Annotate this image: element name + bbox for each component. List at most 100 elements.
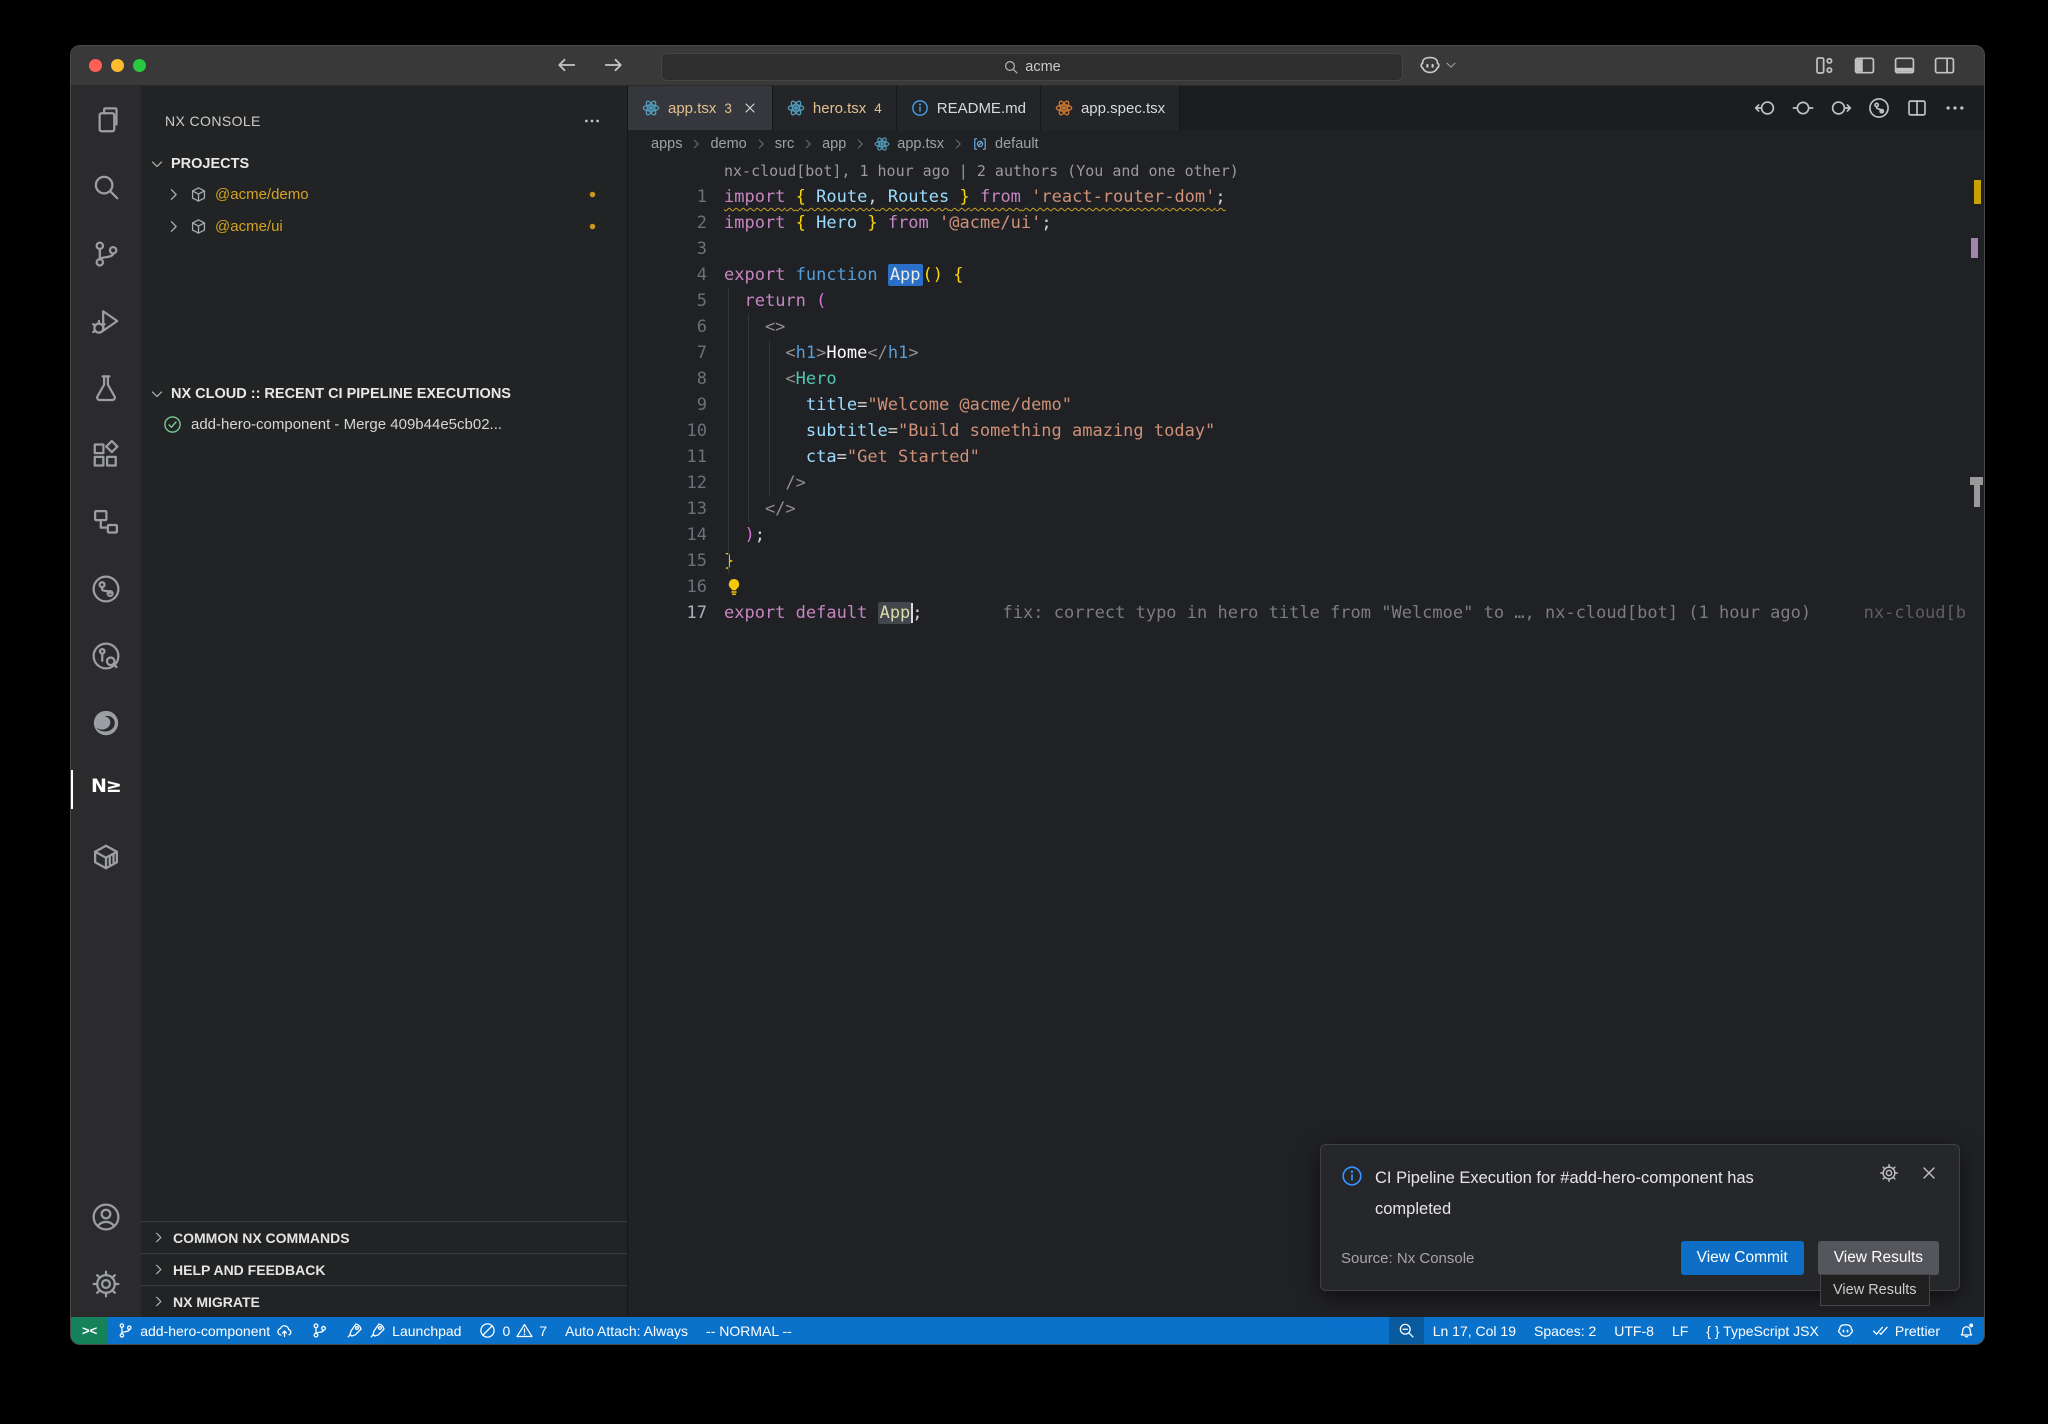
projects-section-header[interactable]: PROJECTS [141,150,627,178]
sidebar-item-source-control[interactable] [71,220,141,287]
sidebar-section-common-nx-commands[interactable]: COMMON NX COMMANDS [141,1221,627,1253]
nav-mid-icon[interactable] [1792,97,1814,119]
layout-panel-icon[interactable] [1893,54,1916,77]
react-icon [874,136,890,152]
code-line: 6 <> [628,314,1984,340]
tab-app-spec-tsx[interactable]: app.spec.tsx [1041,86,1180,130]
breadcrumb-item-demo[interactable]: demo [710,136,746,152]
tab-hero-tsx[interactable]: hero.tsx4 [773,86,897,130]
status-copilot-status[interactable] [1828,1317,1863,1344]
rocket-icon [346,1322,363,1339]
sidebar-item-nx-console[interactable]: N≥ [71,756,141,823]
view-results-button[interactable]: View Results [1818,1241,1939,1275]
status-cursor-position[interactable]: Ln 17, Col 19 [1424,1317,1525,1344]
code-line: 10 subtitle="Build something amazing tod… [628,418,1984,444]
status-indentation[interactable]: Spaces: 2 [1525,1317,1605,1344]
projects-section-label: PROJECTS [171,156,249,172]
tab-app-tsx[interactable]: app.tsx3 [628,86,773,130]
chev-right-icon [853,137,867,151]
sidebar-item-run-and-debug[interactable] [71,287,141,354]
status-auto-attach[interactable]: Auto Attach: Always [556,1317,697,1344]
breadcrumb-item-app-tsx[interactable]: app.tsx [897,136,944,152]
notification-settings-gear-icon[interactable] [1879,1163,1899,1183]
rocket-icon [369,1322,386,1339]
copilot-menu-button[interactable] [1419,54,1458,76]
sidebar-item-git-graph[interactable] [71,555,141,622]
layout-sidebar-right-icon[interactable] [1933,54,1956,77]
close-window-button[interactable] [89,59,102,72]
sidebar-item-testing[interactable] [71,354,141,421]
status-vim-mode[interactable]: -- NORMAL -- [697,1317,801,1344]
container-icon [91,842,121,872]
notification-source: Source: Nx Console [1341,1250,1474,1267]
sidebar-item-extensions[interactable] [71,421,141,488]
command-center-search[interactable]: acme [661,53,1403,81]
files-icon [91,105,121,135]
debug-icon [91,306,121,336]
status-prettier[interactable]: Prettier [1863,1317,1949,1344]
layout-customize-icon[interactable] [1813,54,1836,77]
status-launchpad[interactable]: Launchpad [337,1317,470,1344]
breadcrumb-item-app[interactable]: app [822,136,846,152]
indent-guide [769,340,770,496]
status-zoom-indicator[interactable] [1389,1317,1424,1344]
go-forward-icon[interactable] [602,53,626,77]
code-line: 15} [628,548,1984,574]
tab-README-md[interactable]: README.md [897,86,1041,130]
status-eol[interactable]: LF [1663,1317,1697,1344]
tab-close-icon[interactable] [742,100,758,116]
status-text: UTF-8 [1614,1323,1654,1339]
run-circle-icon[interactable] [1868,97,1890,119]
breadcrumb-item-default[interactable]: default [995,136,1039,152]
dot-icon [584,188,601,201]
line-number: 7 [628,340,707,366]
code-line: 11 cta="Get Started" [628,444,1984,470]
editor-group: app.tsx3hero.tsx4README.mdapp.spec.tsx a… [628,86,1984,1317]
nx-cloud-section-header[interactable]: NX CLOUD :: RECENT CI PIPELINE EXECUTION… [141,380,627,408]
ellipsis-icon[interactable] [1944,97,1966,119]
split-icon[interactable] [1906,97,1928,119]
status-encoding[interactable]: UTF-8 [1605,1317,1663,1344]
account-icon [91,1202,121,1232]
code-line: 14 ); [628,522,1984,548]
layout-sidebar-left-icon[interactable] [1853,54,1876,77]
status-git-branch[interactable]: add-hero-component [108,1317,302,1344]
sidebar-item-search[interactable] [71,153,141,220]
pipeline-execution-item[interactable]: add-hero-component - Merge 409b44e5cb02.… [141,408,627,440]
sidebar-item-containers[interactable] [71,823,141,890]
sidebar-section-nx-migrate[interactable]: NX MIGRATE [141,1285,627,1317]
status-remote-indicator[interactable]: >< [71,1317,108,1344]
status-git-graph[interactable] [302,1317,337,1344]
breadcrumb-item-src[interactable]: src [775,136,794,152]
tab-label: hero.tsx [813,100,866,117]
project-item--acme-ui[interactable]: @acme/ui [141,210,627,242]
line-number: 1 [628,184,707,210]
nav-back-icon[interactable] [1754,97,1776,119]
status-notifications-bell[interactable] [1949,1317,1984,1344]
sidebar-item-accounts[interactable] [71,1183,141,1250]
nav-fwd-icon[interactable] [1830,97,1852,119]
editor-actions [1754,86,1984,130]
sidebar-section-help-and-feedback[interactable]: HELP AND FEEDBACK [141,1253,627,1285]
project-item--acme-demo[interactable]: @acme/demo [141,178,627,210]
go-back-icon[interactable] [554,53,578,77]
zoom-window-button[interactable] [133,59,146,72]
sidebar-item-explorer[interactable] [71,86,141,153]
line-number: 16 [628,574,707,600]
sidebar-item-edge-browser[interactable] [71,689,141,756]
more-actions-icon[interactable] [583,112,601,130]
tab-problem-badge: 3 [724,101,732,116]
view-commit-button[interactable]: View Commit [1681,1241,1804,1275]
sidebar-item-project-structure[interactable] [71,488,141,555]
minimize-window-button[interactable] [111,59,124,72]
status-language-mode[interactable]: { } TypeScript JSX [1697,1317,1828,1344]
sidebar-item-git-search[interactable] [71,622,141,689]
search-icon [1003,59,1019,75]
line-number: 12 [628,470,707,496]
sidebar-item-settings[interactable] [71,1250,141,1317]
notification-close-icon[interactable] [1919,1163,1939,1183]
status-problems[interactable]: 07 [470,1317,556,1344]
quick-fix-lightbulb-icon[interactable] [724,577,744,597]
breadcrumb-item-apps[interactable]: apps [651,136,682,152]
status-text: Auto Attach: Always [565,1323,688,1339]
